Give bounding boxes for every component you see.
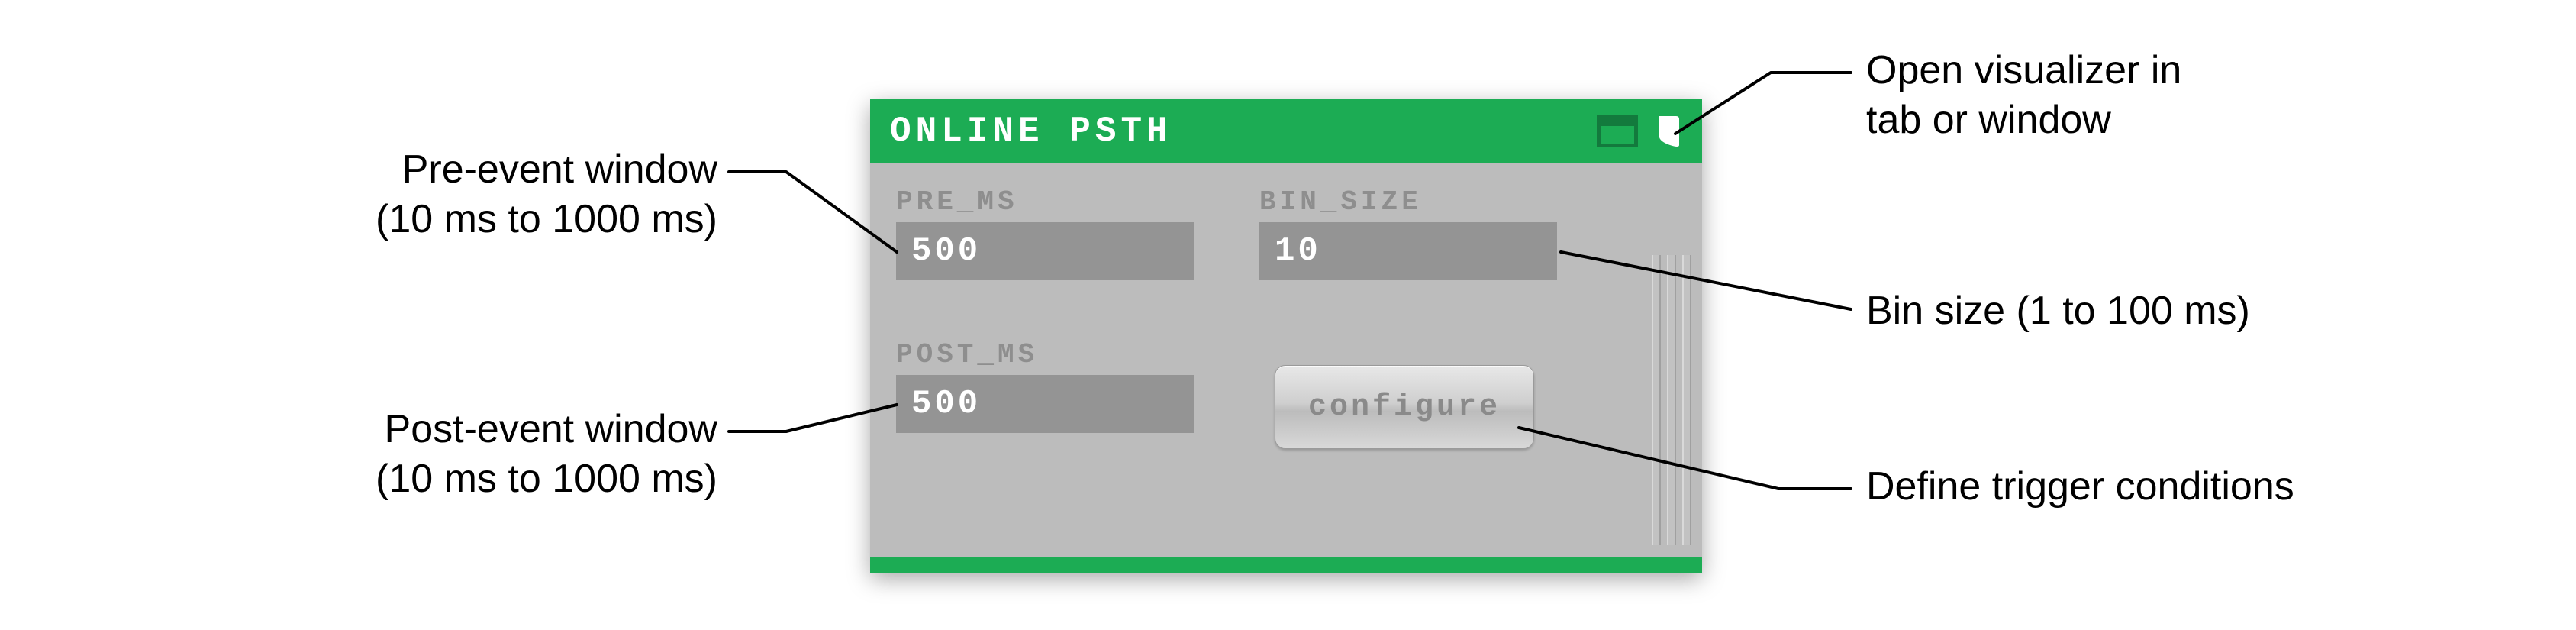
callout-configure: Define trigger conditions: [1866, 462, 2477, 512]
post-ms-label: POST_MS: [896, 339, 1194, 370]
pre-ms-label: PRE_MS: [896, 186, 1194, 218]
pre-ms-input[interactable]: [896, 222, 1194, 280]
post-ms-input[interactable]: [896, 375, 1194, 433]
callout-bin-size: Bin size (1 to 100 ms): [1866, 286, 2400, 336]
callout-pre-ms: Pre-event window (10 ms to 1000 ms): [229, 145, 717, 244]
bin-size-field: BIN_SIZE: [1259, 186, 1557, 280]
header-icons: [1597, 115, 1682, 148]
open-in-window-icon[interactable]: [1656, 115, 1682, 148]
panel-header: ONLINE PSTH: [870, 99, 1702, 163]
open-in-tab-icon[interactable]: [1597, 115, 1638, 147]
panel-footer-bar: [870, 557, 1702, 573]
plugin-panel: ONLINE PSTH PRE_MS BIN_SIZE: [870, 99, 1702, 573]
callout-post-ms: Post-event window (10 ms to 1000 ms): [229, 405, 717, 504]
pre-ms-field: PRE_MS: [896, 186, 1194, 280]
bin-size-input[interactable]: [1259, 222, 1557, 280]
callout-visualizer: Open visualizer in tab or window: [1866, 46, 2400, 145]
panel-title: ONLINE PSTH: [890, 111, 1597, 151]
drawer-handle[interactable]: [1652, 255, 1691, 545]
bin-size-label: BIN_SIZE: [1259, 186, 1557, 218]
post-ms-field: POST_MS: [896, 339, 1194, 433]
panel-body: PRE_MS BIN_SIZE POST_MS configure: [870, 163, 1702, 557]
configure-button[interactable]: configure: [1275, 365, 1534, 449]
